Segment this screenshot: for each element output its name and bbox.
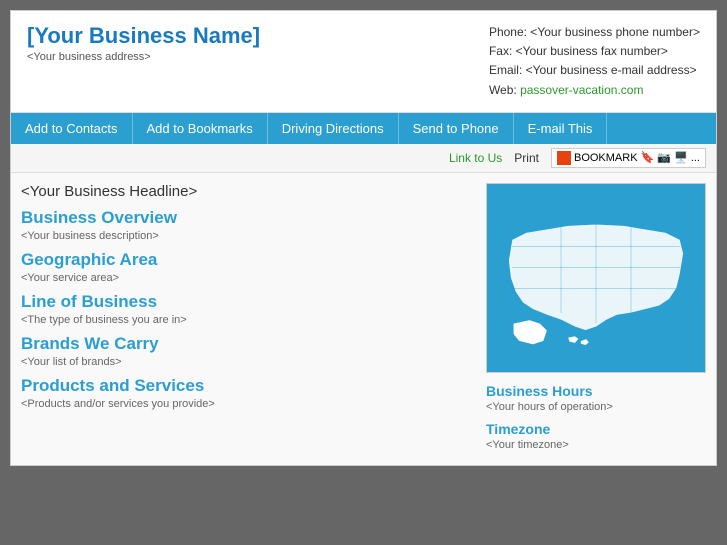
business-headline: <Your Business Headline> bbox=[21, 183, 470, 200]
sidebar-section-title-1: Timezone bbox=[486, 421, 706, 437]
link-to-us[interactable]: Link to Us bbox=[449, 151, 502, 165]
business-name: [Your Business Name] bbox=[27, 23, 260, 49]
section-title-3: Brands We Carry bbox=[21, 334, 470, 354]
page-container: [Your Business Name] <Your business addr… bbox=[10, 10, 717, 466]
section-desc-4: <Products and/or services you provide> bbox=[21, 398, 470, 410]
section-title-0: Business Overview bbox=[21, 208, 470, 228]
usa-map bbox=[491, 188, 701, 368]
section-title-1: Geographic Area bbox=[21, 250, 470, 270]
nav-add-contacts[interactable]: Add to Contacts bbox=[11, 113, 133, 144]
sidebar-section-desc-1: <Your timezone> bbox=[486, 439, 706, 451]
business-address: <Your business address> bbox=[27, 51, 260, 63]
phone-info: Phone: <Your business phone number> bbox=[489, 23, 700, 42]
main-content: <Your Business Headline> Business Overvi… bbox=[11, 173, 716, 465]
section-title-4: Products and Services bbox=[21, 376, 470, 396]
sidebar-section-title-0: Business Hours bbox=[486, 383, 706, 399]
nav-driving-directions[interactable]: Driving Directions bbox=[268, 113, 399, 144]
section-desc-0: <Your business description> bbox=[21, 230, 470, 242]
header-right: Phone: <Your business phone number> Fax:… bbox=[489, 23, 700, 100]
bookmark-label: BOOKMARK bbox=[574, 152, 638, 164]
section-desc-2: <The type of business you are in> bbox=[21, 314, 470, 326]
left-column: <Your Business Headline> Business Overvi… bbox=[21, 183, 486, 455]
header: [Your Business Name] <Your business addr… bbox=[11, 11, 716, 113]
web-info: Web: passover-vacation.com bbox=[489, 81, 700, 100]
bookmark-extra: 🔖 📷 🖥️ ... bbox=[641, 151, 700, 164]
web-link[interactable]: passover-vacation.com bbox=[520, 83, 643, 97]
bookmark-button[interactable]: BOOKMARK 🔖 📷 🖥️ ... bbox=[551, 148, 706, 168]
right-column: Business Hours <Your hours of operation>… bbox=[486, 183, 706, 455]
bookmark-icon bbox=[557, 151, 571, 165]
header-left: [Your Business Name] <Your business addr… bbox=[27, 23, 260, 63]
print-link[interactable]: Print bbox=[514, 151, 539, 165]
email-info: Email: <Your business e-mail address> bbox=[489, 61, 700, 80]
fax-info: Fax: <Your business fax number> bbox=[489, 42, 700, 61]
sub-toolbar: Link to Us Print BOOKMARK 🔖 📷 🖥️ ... bbox=[11, 144, 716, 173]
nav-add-bookmarks[interactable]: Add to Bookmarks bbox=[133, 113, 268, 144]
section-desc-1: <Your service area> bbox=[21, 272, 470, 284]
web-label: Web: bbox=[489, 83, 520, 97]
sidebar-section-desc-0: <Your hours of operation> bbox=[486, 401, 706, 413]
section-desc-3: <Your list of brands> bbox=[21, 356, 470, 368]
nav-send-to-phone[interactable]: Send to Phone bbox=[399, 113, 514, 144]
section-title-2: Line of Business bbox=[21, 292, 470, 312]
nav-email-this[interactable]: E-mail This bbox=[514, 113, 608, 144]
navbar: Add to Contacts Add to Bookmarks Driving… bbox=[11, 113, 716, 144]
map-box bbox=[486, 183, 706, 373]
